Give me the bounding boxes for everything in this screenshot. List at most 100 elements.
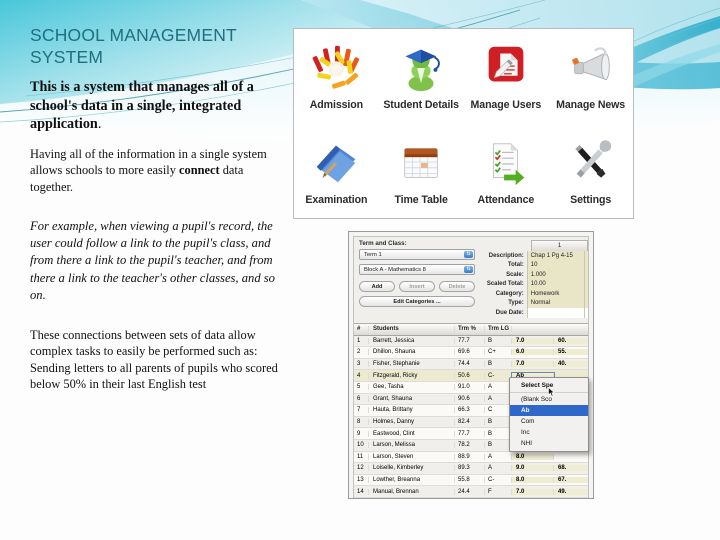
cell-score-1[interactable]: 8.0 [512, 453, 554, 460]
cell-score-1[interactable]: 9.0 [512, 465, 554, 472]
column-header-students[interactable]: Students [369, 326, 455, 333]
cell-term-lg: A [485, 395, 512, 402]
field-value-col2[interactable]: 75 [584, 260, 588, 270]
table-row[interactable]: 1 Barrett, Jessica 77.7 B 7.0 60. [354, 336, 588, 348]
module-tile-admission[interactable]: Admission [294, 29, 379, 124]
cell-score-2[interactable]: 49. [554, 488, 588, 495]
megaphone-icon [571, 47, 610, 81]
module-tile-settings[interactable]: Settings [548, 124, 633, 219]
menu-item-inc[interactable]: Inc [510, 427, 588, 438]
cell-score-2[interactable]: 68. [554, 465, 588, 472]
field-total: Total: 10 75 [476, 260, 588, 270]
cell-number: 6 [354, 395, 369, 402]
cell-number: 7 [354, 407, 369, 414]
special-score-dropdown-menu: Select Spe (Blank Sco Ab Com Inc NHI [509, 377, 589, 452]
field-category: Category: Homework Hor [476, 289, 588, 299]
field-value-col1[interactable]: 1.000 [526, 270, 584, 280]
lead-paragraph-bold: This is a system that manages all of a s… [30, 79, 254, 133]
gradebook-header-area: Term and Class: Term 1 ⇅ Block A - Mathe… [354, 237, 588, 322]
field-value-col1[interactable]: Normal [526, 298, 584, 308]
cell-term-pct: 69.6 [455, 349, 485, 356]
field-value-col2[interactable] [584, 308, 588, 318]
paragraph-example: For example, when viewing a pupil's reco… [30, 218, 275, 303]
field-value-col1[interactable]: 10 [526, 260, 584, 270]
cell-student: Loiselle, Kimberley [369, 465, 455, 472]
cell-score-1[interactable]: 7.0 [512, 337, 554, 344]
module-tile-student-details[interactable]: Student Details [379, 29, 464, 124]
field-label: Category: [495, 290, 524, 297]
cell-score-1[interactable]: 6.0 [512, 349, 554, 356]
cell-score-1[interactable]: 8.0 [512, 477, 554, 484]
cell-number: 4 [354, 372, 369, 379]
lead-paragraph-period: . [97, 116, 102, 133]
cell-score-1[interactable]: 7.0 [512, 361, 554, 368]
cell-student: Fisher, Stephanie [369, 361, 455, 368]
term-select[interactable]: Term 1 ⇅ [359, 249, 475, 260]
field-value-col2[interactable]: Cha [584, 251, 588, 261]
cell-number: 1 [354, 337, 369, 344]
field-value-col2[interactable]: Nor [584, 298, 588, 308]
field-value-col1[interactable]: Homework [526, 289, 584, 299]
cell-term-lg: F [485, 488, 512, 495]
cell-student: Larson, Melissa [369, 442, 455, 449]
table-row[interactable]: 3 Fisher, Stephanie 74.4 B 7.0 40. [354, 359, 588, 371]
table-row[interactable]: 12 Loiselle, Kimberley 89.3 A 9.0 68. [354, 463, 588, 475]
cell-student: Grant, Shauna [369, 395, 455, 402]
assignment-column-header[interactable]: 1 [531, 240, 588, 251]
column-header-term-lg[interactable]: Trm LG [485, 326, 512, 333]
field-label: Scaled Total: [486, 281, 524, 288]
table-row[interactable]: 11 Larson, Steven 88.9 A 8.0 [354, 451, 588, 464]
cell-number: 14 [354, 488, 369, 495]
class-select[interactable]: Block A - Mathematics 8 ⇅ [359, 264, 475, 275]
cell-term-lg: A [485, 453, 512, 460]
field-value-col2[interactable]: 75. [584, 279, 588, 289]
menu-item-ab[interactable]: Ab [510, 405, 588, 416]
field-label: Type: [508, 300, 524, 307]
menu-item-com[interactable]: Com [510, 416, 588, 427]
module-tile-attendance[interactable]: Attendance [464, 124, 549, 219]
field-due-date: Due Date: [476, 308, 588, 318]
paragraph-tasks: These connections between sets of data a… [30, 327, 278, 392]
module-tile-manage-users[interactable]: Manage Users [464, 29, 549, 124]
cell-number: 2 [354, 349, 369, 356]
cell-student: Gee, Tasha [369, 384, 455, 391]
cell-term-pct: 55.8 [455, 477, 485, 484]
module-tile-examination[interactable]: Examination [294, 124, 379, 219]
column-header-term-pct[interactable]: Trm % [455, 326, 485, 333]
module-tile-label: Settings [570, 193, 612, 206]
cell-score-2[interactable]: 55. [554, 349, 588, 356]
field-value-col2[interactable]: Hor [584, 289, 588, 299]
wrench-screwdriver-icon [574, 140, 611, 178]
cell-score-1[interactable]: 7.0 [512, 488, 554, 495]
cell-student: Hauta, Brittany [369, 407, 455, 414]
table-row[interactable]: 13 Lowther, Breanna 55.8 C- 8.0 67. [354, 474, 588, 487]
table-row[interactable]: 14 Manual, Brennan 24.4 F 7.0 49. [354, 486, 588, 498]
table-row[interactable]: 2 Dhillon, Shauna 69.6 C+ 6.0 55. [354, 347, 588, 359]
menu-item-nhi[interactable]: NHI [510, 438, 588, 449]
add-button[interactable]: Add [359, 281, 395, 292]
gradebook-screenshot: Term and Class: Term 1 ⇅ Block A - Mathe… [348, 231, 594, 499]
mouse-cursor-icon [548, 387, 555, 397]
column-header-number[interactable]: # [354, 326, 369, 333]
field-value-col1[interactable]: Chap 1 Pg 4-15 [526, 251, 584, 261]
module-tile-time-table[interactable]: Time Table [379, 124, 464, 219]
cell-student: Fitzgerald, Ricky [369, 372, 455, 379]
cell-number: 9 [354, 430, 369, 437]
field-value-col1[interactable] [526, 308, 584, 318]
table-row[interactable]: 15 Mcburney, Lewis 86.1 A 7.0 56. [354, 497, 588, 498]
cell-number: 8 [354, 419, 369, 426]
slide-text-column: SCHOOL MANAGEMENT SYSTEM This is a syste… [30, 24, 288, 393]
edit-categories-button[interactable]: Edit Categories ... [359, 296, 475, 307]
cell-term-pct: 50.6 [455, 372, 485, 379]
module-tile-manage-news[interactable]: Manage News [548, 29, 633, 124]
cell-score-2[interactable]: 40. [554, 361, 588, 368]
cell-term-lg: A [485, 384, 512, 391]
insert-button[interactable]: Insert [399, 281, 435, 292]
module-tile-label: Manage Users [470, 99, 542, 112]
field-value-col1[interactable]: 10.00 [526, 279, 584, 289]
delete-button[interactable]: Delete [439, 281, 475, 292]
field-value-col2[interactable]: 1.0 [584, 270, 588, 280]
cell-score-2[interactable]: 60. [554, 337, 588, 344]
cell-number: 3 [354, 361, 369, 368]
cell-score-2[interactable]: 67. [554, 477, 588, 484]
